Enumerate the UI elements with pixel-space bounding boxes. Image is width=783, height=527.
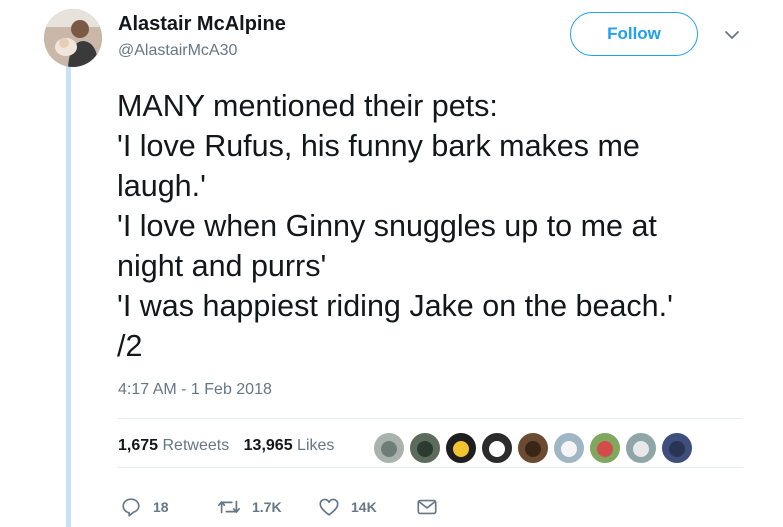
chevron-down-icon[interactable] — [723, 28, 741, 42]
likes-label: Likes — [297, 437, 335, 454]
avatar[interactable] — [44, 9, 102, 67]
retweet-icon — [218, 500, 240, 514]
retweets-stat[interactable]: 1,675 Retweets — [118, 437, 229, 455]
author-name[interactable]: Alastair McAlpine — [118, 13, 286, 36]
landscape-avatar[interactable] — [661, 432, 693, 464]
tweet-line: /2 — [117, 329, 143, 363]
reply-button[interactable]: 18 — [120, 496, 217, 518]
retweets-label: Retweets — [162, 437, 230, 454]
retweet-count: 1.7K — [252, 499, 282, 515]
flowers-avatar[interactable] — [589, 432, 621, 464]
heart-icon — [319, 498, 339, 516]
yeti-avatar[interactable] — [553, 432, 585, 464]
tweet-stats: 1,675 Retweets 13,965 Likes — [118, 437, 344, 455]
owl-avatar[interactable] — [373, 432, 405, 464]
envelope-icon — [417, 499, 437, 515]
tweet-line: 'I love Rufus, his funny bark makes me — [117, 129, 640, 163]
author-handle[interactable]: @AlastairMcA30 — [118, 42, 237, 60]
emoji-face-avatar[interactable] — [445, 432, 477, 464]
tweet-line: night and purrs' — [117, 249, 327, 283]
avatar-photo-icon — [44, 9, 102, 67]
tweet-actions: 18 1.7K 14K — [120, 494, 438, 520]
animal-avatar[interactable] — [517, 432, 549, 464]
like-count: 14K — [351, 499, 377, 515]
direct-message-button[interactable] — [416, 497, 438, 517]
liker-avatars — [373, 432, 697, 464]
reply-count: 18 — [153, 499, 169, 515]
like-button[interactable]: 14K — [318, 496, 416, 518]
bird-avatar[interactable] — [625, 432, 657, 464]
likes-stat[interactable]: 13,965 Likes — [244, 437, 335, 455]
tweet-line: 'I was happiest riding Jake on the beach… — [117, 289, 673, 323]
tweet-line: MANY mentioned their pets: — [117, 89, 498, 123]
thread-line — [66, 66, 71, 527]
divider — [117, 418, 743, 419]
swoosh-logo-avatar[interactable] — [481, 432, 513, 464]
likes-count: 13,965 — [243, 437, 293, 454]
tweet-timestamp[interactable]: 4:17 AM - 1 Feb 2018 — [118, 381, 272, 399]
reply-icon — [122, 498, 140, 517]
divider — [117, 467, 743, 468]
tweet-text: MANY mentioned their pets: 'I love Rufus… — [117, 86, 757, 366]
follow-button[interactable]: Follow — [570, 12, 698, 56]
tweet-line: laugh.' — [117, 169, 206, 203]
retweet-button[interactable]: 1.7K — [217, 496, 318, 518]
person-avatar[interactable] — [409, 432, 441, 464]
retweets-count: 1,675 — [118, 437, 159, 454]
tweet-line: 'I love when Ginny snuggles up to me at — [117, 209, 657, 243]
